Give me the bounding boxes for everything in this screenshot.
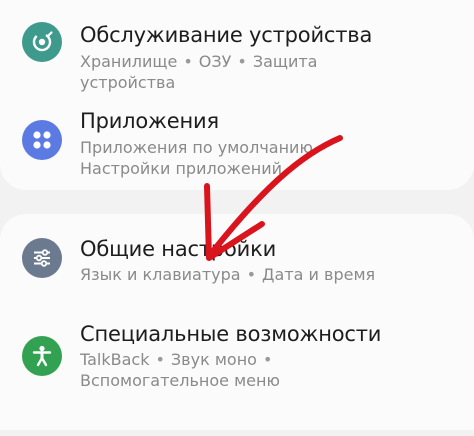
settings-item-title: Обслуживание устройства [80,23,373,47]
subtitle-part: Хранилище [80,52,178,71]
settings-item-apps[interactable]: Приложения Приложения по умолчанию • Настр… [0,98,474,190]
subtitle-part: Настройки приложений [80,159,282,178]
settings-item-subtitle: Хранилище • ОЗУ • Защита устройства [80,51,410,93]
general-management-icon [22,238,62,278]
apps-icon [22,120,62,160]
subtitle-part: Дата и время [262,265,376,284]
subtitle-part: Звук моно [170,350,257,369]
settings-item-general-management[interactable]: Общие настройки Язык и клавиатура • Дата и… [0,222,474,308]
accessibility-icon [22,336,62,376]
settings-item-title: Приложения [80,109,219,133]
device-care-icon [22,22,62,62]
settings-item-accessibility[interactable]: Специальные возможности TalkBack • Звук мо… [0,308,474,426]
subtitle-part: Приложения по умолчанию [80,138,313,157]
separator-dot: • [237,52,247,71]
subtitle-part: ОЗУ [198,52,232,71]
separator-dot: • [246,265,257,284]
separator-dot: • [262,350,273,369]
subtitle-part: TalkBack [80,350,150,369]
separator-dot: • [155,350,165,369]
settings-item-title: Общие настройки [80,237,277,261]
subtitle-part: Вспомогательное меню [80,371,280,390]
separator-dot: • [183,52,193,71]
separator-dot: • [318,138,329,157]
settings-item-title: Специальные возможности [80,322,382,346]
settings-item-subtitle: Приложения по умолчанию • Настройки прилож… [80,137,410,179]
settings-item-device-care[interactable]: Обслуживание устройства Хранилище • ОЗУ • За… [0,0,474,92]
settings-item-subtitle: TalkBack • Звук моно • Вспомогательное меню [80,349,410,391]
settings-item-subtitle: Язык и клавиатура • Дата и время [80,264,410,285]
subtitle-part: Язык и клавиатура [80,265,241,284]
